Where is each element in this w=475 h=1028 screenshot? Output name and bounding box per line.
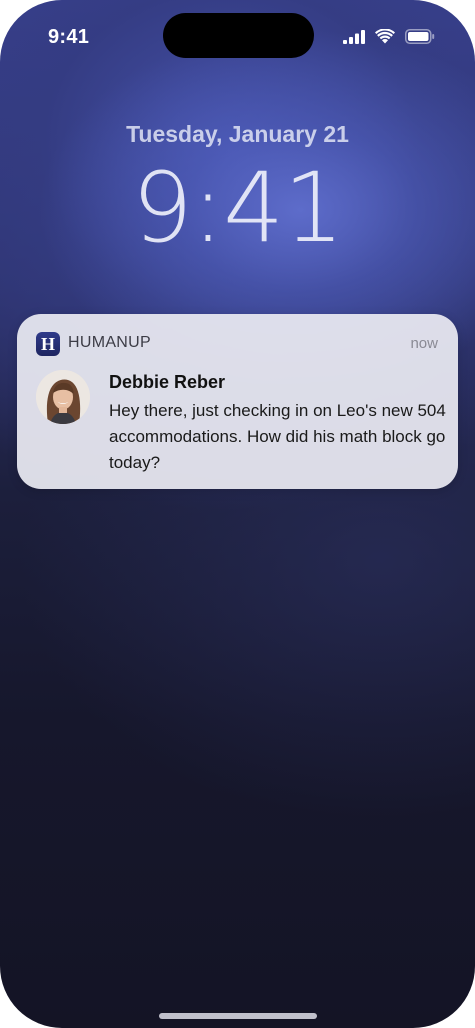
status-bar-icons: [343, 28, 435, 49]
battery-icon: [405, 29, 435, 49]
humanup-app-icon: H: [36, 332, 60, 356]
notification-timestamp: now: [410, 335, 438, 352]
notification-card[interactable]: H HUMANUP now Debbie Reber Hey there, ju…: [17, 314, 458, 489]
notification-message: Hey there, just checking in on Leo's new…: [109, 401, 446, 472]
lock-screen: 9:41 Tuesday, January 21 9:41 H HUMANUP …: [0, 0, 475, 1028]
lock-screen-date: Tuesday, January 21: [126, 121, 349, 147]
cellular-signal-icon: [343, 29, 365, 49]
notification-app-name: HUMANUP: [68, 334, 151, 351]
sender-avatar: [36, 370, 90, 424]
wifi-icon: [375, 28, 395, 49]
home-indicator[interactable]: [159, 1013, 317, 1019]
lock-screen-clock: 9:41: [131, 152, 345, 264]
status-bar-time: 9:41: [48, 26, 90, 48]
dynamic-island: [163, 13, 314, 58]
notification-sender: Debbie Reber: [109, 372, 226, 392]
